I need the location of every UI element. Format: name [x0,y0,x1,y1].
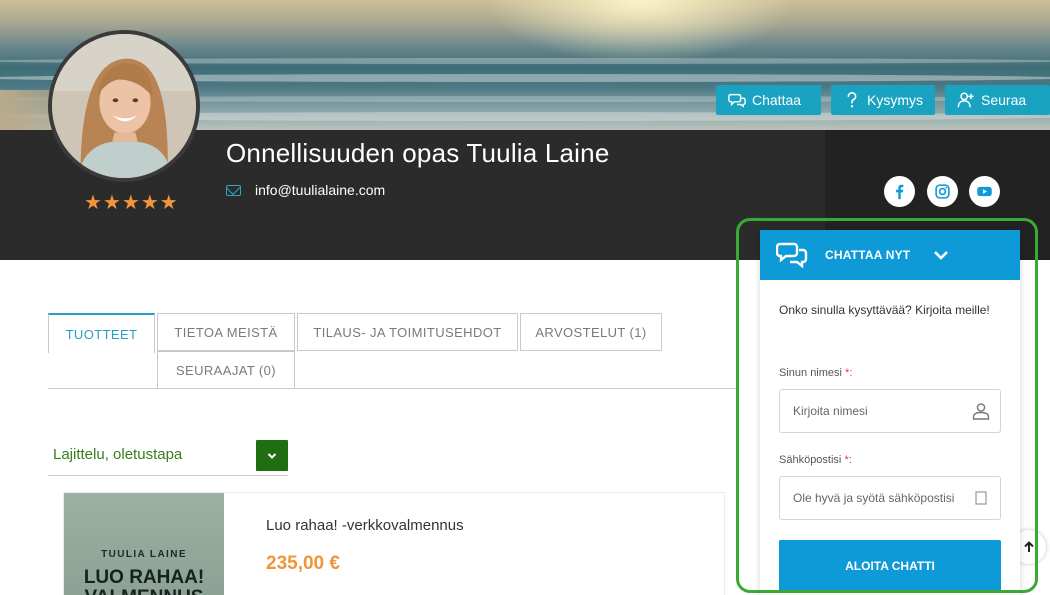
add-user-icon [957,92,974,108]
chat-button[interactable]: Chattaa [716,85,821,115]
profile-name: Onnellisuuden opas Tuulia Laine [226,138,610,168]
tab-terms[interactable]: TILAUS- JA TOIMITUSEHDOT [297,313,518,351]
star-icon: ★ [140,190,159,214]
product-card[interactable]: TUULIA LAINE LUO RAHAA! VALMENNUS Luo ra… [63,492,725,595]
star-icon: ★ [102,190,121,214]
star-icon: ★ [159,190,178,214]
product-cover-title: LUO RAHAA! VALMENNUS [64,568,224,595]
follow-button[interactable]: Seuraa [945,85,1050,115]
question-button[interactable]: Kysymys [831,85,935,115]
facebook-link[interactable] [884,176,915,207]
instagram-icon [935,184,950,199]
facebook-icon [896,184,904,200]
tab-about-label: TIETOA MEISTÄ [174,324,278,340]
tab-about[interactable]: TIETOA MEISTÄ [157,313,295,351]
chevron-down-icon [267,452,277,459]
chat-button-label: Chattaa [752,92,802,108]
tab-terms-label: TILAUS- JA TOIMITUSEHDOT [313,324,502,340]
question-button-label: Kysymys [867,92,923,108]
star-icon: ★ [84,190,102,214]
youtube-link[interactable] [969,176,1000,207]
product-image[interactable]: TUULIA LAINE LUO RAHAA! VALMENNUS [64,493,224,595]
product-name[interactable]: Luo rahaa! -verkkovalmennus [266,517,464,534]
instagram-link[interactable] [927,176,958,207]
tabs-divider [48,388,736,389]
sort-dropdown-button[interactable] [256,440,288,471]
chat-widget-highlight [736,218,1038,593]
sort-underline [48,475,288,476]
youtube-icon [977,186,992,197]
tab-followers[interactable]: SEURAAJAT (0) [157,351,295,389]
rating-stars: ★ ★ ★ ★ ★ [84,192,178,212]
product-cover-title-text: LUO RAHAA! VALMENNUS [83,567,205,595]
chat-bubbles-icon [728,93,746,108]
tab-products-label: TUOTTEET [65,326,138,342]
tab-followers-label: SEURAAJAT (0) [175,362,277,378]
question-mark-icon [847,92,857,108]
profile-email[interactable]: info@tuulialaine.com [226,182,385,198]
envelope-icon [226,184,241,196]
tab-reviews[interactable]: ARVOSTELUT (1) [520,313,662,351]
avatar-portrait [52,34,196,178]
tab-products[interactable]: TUOTTEET [48,313,155,353]
product-cover-author: TUULIA LAINE [101,549,187,560]
follow-button-label: Seuraa [981,92,1027,108]
email-text: info@tuulialaine.com [255,182,386,198]
profile-avatar [48,30,200,182]
tab-reviews-label: ARVOSTELUT (1) [535,324,647,340]
star-icon: ★ [121,190,140,214]
sort-select[interactable]: Lajittelu, oletustapa [53,446,182,463]
product-price: 235,00 € [266,553,340,574]
